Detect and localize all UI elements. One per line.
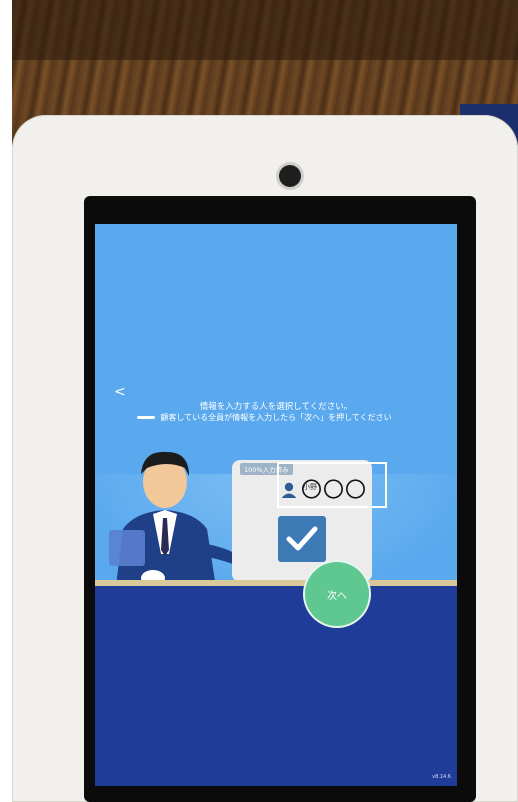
check-icon (286, 526, 318, 551)
wood-shadow (12, 0, 518, 60)
highlight-frame (277, 462, 387, 508)
bottom-panel (95, 586, 457, 786)
selection-checkbox[interactable] (278, 516, 326, 562)
kiosk-screen: < 情報を入力する人を選択してください。 顧客している全員が情報を入力したら「次… (95, 224, 457, 786)
camera-icon (279, 165, 301, 187)
instruction-line-1: 情報を入力する人を選択してください。 (199, 402, 353, 412)
businessman-illustration (109, 451, 243, 594)
version-label: v8.14.6 (432, 774, 451, 780)
instruction-line-2: 顧客している全員が情報を入力したら「次へ」を押してください (160, 413, 392, 422)
back-icon[interactable]: < (114, 384, 126, 400)
next-button[interactable]: 次へ (305, 562, 369, 626)
